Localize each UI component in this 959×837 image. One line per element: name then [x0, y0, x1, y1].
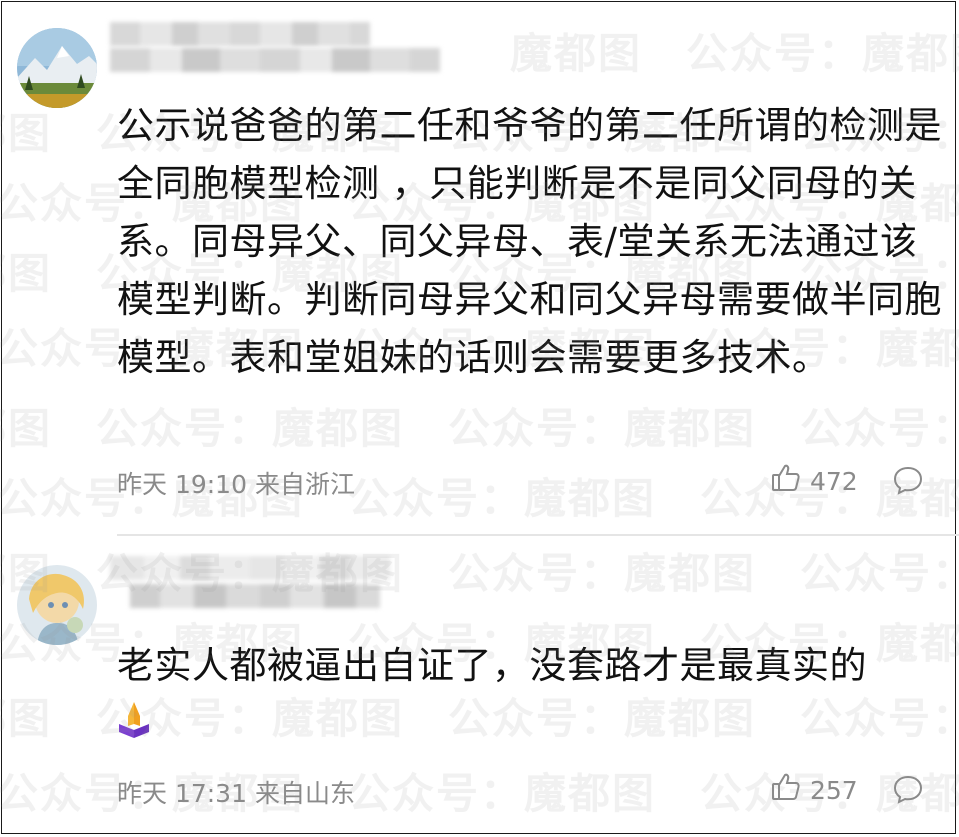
thumbs-up-icon: [770, 771, 802, 809]
reply-button-1[interactable]: [892, 464, 924, 500]
comment-location-2: 来自山东: [254, 779, 355, 808]
comment-divider: [117, 534, 959, 536]
username-blurred-2: [110, 550, 480, 608]
user-avatar-2[interactable]: [17, 565, 97, 645]
comment-text-1: 公示说爸爸的第二任和爷爷的第二任所谓的检测是 全同胞模型检测 ，只能判断是不是同…: [117, 104, 942, 379]
comment-text-2: 老实人都被逼出自证了，没套路才是最真实的: [117, 637, 947, 755]
comment-meta-2: 昨天 17:31 来自山东: [117, 774, 355, 810]
thumbs-up-icon: [770, 462, 802, 500]
comment-location-1: 来自浙江: [254, 470, 355, 499]
like-count-2: 257: [810, 775, 858, 805]
reply-button-2[interactable]: [892, 773, 924, 809]
like-count-1: 472: [810, 466, 858, 496]
like-button-2[interactable]: 257: [770, 771, 858, 809]
praying-hands-emoji: [117, 697, 151, 755]
username-blurred-1: [110, 18, 480, 74]
comment-time-1: 昨天 19:10: [117, 470, 247, 499]
comment-time-2: 昨天 17:31: [117, 779, 247, 808]
user-avatar-1[interactable]: [17, 28, 97, 108]
speech-bubble-icon: [892, 775, 924, 809]
comment-meta-1: 昨天 19:10 来自浙江: [117, 465, 355, 501]
comment-text-2-content: 老实人都被逼出自证了，没套路才是最真实的: [117, 644, 867, 687]
speech-bubble-icon: [892, 466, 924, 500]
like-button-1[interactable]: 472: [770, 462, 858, 500]
